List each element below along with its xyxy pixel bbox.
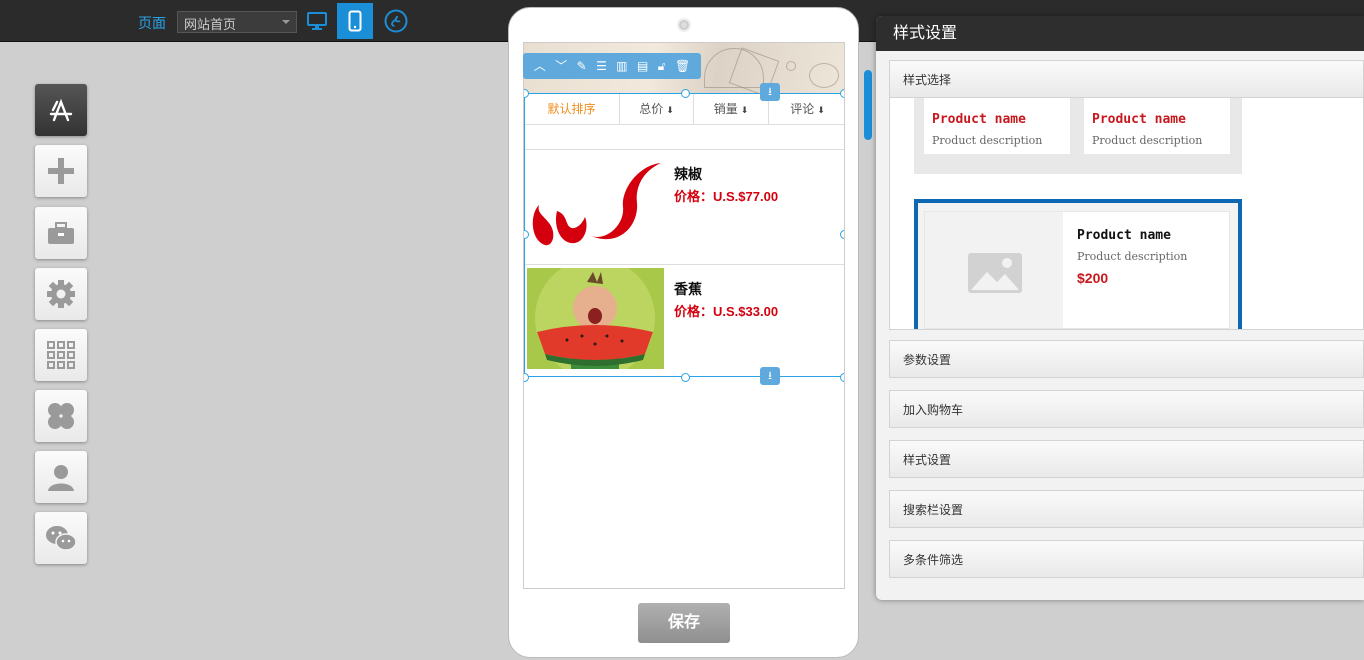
phone-camera bbox=[677, 18, 691, 32]
desktop-view-button[interactable] bbox=[299, 3, 335, 39]
page-select-value: 网站首页 bbox=[184, 17, 237, 32]
unlock-icon[interactable]: 🔓︎ bbox=[658, 53, 666, 79]
product-name: 辣椒 bbox=[674, 166, 702, 182]
arrow-down-icon: ⬇ bbox=[666, 105, 674, 115]
page-select[interactable]: 网站首页 bbox=[177, 11, 297, 33]
add-button[interactable] bbox=[35, 145, 87, 197]
sort-total-price[interactable]: 总价 ⬇ bbox=[620, 93, 694, 125]
accordion-style-select-label: 样式选择 bbox=[903, 73, 952, 87]
clover-icon bbox=[48, 403, 74, 429]
accordion-search-bar[interactable]: 搜索栏设置 bbox=[889, 490, 1364, 528]
miniprogram-view-button[interactable] bbox=[378, 3, 414, 39]
wechat-button[interactable] bbox=[35, 512, 87, 564]
list-icon[interactable]: ☰ bbox=[596, 53, 607, 79]
image-placeholder-icon bbox=[968, 253, 1022, 293]
toolbox-icon bbox=[48, 222, 74, 244]
accordion-style-select[interactable]: 样式选择 bbox=[889, 60, 1364, 98]
card-product-name: Product name bbox=[932, 112, 1026, 127]
modules-button[interactable] bbox=[35, 390, 87, 442]
accordion-add-to-cart[interactable]: 加入购物车 bbox=[889, 390, 1364, 428]
member-button[interactable] bbox=[35, 451, 87, 503]
app-store-icon bbox=[49, 98, 73, 122]
accordion-params-label: 参数设置 bbox=[903, 353, 952, 367]
download-icon[interactable]: ⭳ bbox=[760, 367, 780, 385]
scrollbar-thumb[interactable] bbox=[864, 70, 872, 140]
toolbox-button[interactable] bbox=[35, 207, 87, 259]
card-product-name: Product name bbox=[1092, 112, 1186, 127]
desktop-icon bbox=[307, 12, 327, 30]
card-product-desc: Product description bbox=[1077, 250, 1188, 263]
sort-sales[interactable]: 销量 ⬇ bbox=[694, 93, 769, 125]
card-product-price: $200 bbox=[1077, 270, 1109, 286]
card-product-desc: Product description bbox=[932, 134, 1043, 147]
style-option-list[interactable]: Product name Product description $200 bbox=[914, 199, 1242, 329]
product-name: 香蕉 bbox=[674, 281, 702, 297]
product-image-watermelon-boy bbox=[527, 268, 664, 369]
page-label: 页面 bbox=[138, 15, 166, 31]
style-settings-panel: 样式设置 样式选择 Product name Product descripti… bbox=[876, 16, 1364, 600]
download-icon[interactable]: ⭳ bbox=[760, 83, 780, 101]
wechat-icon bbox=[46, 526, 77, 551]
move-up-icon[interactable]: ︿ bbox=[534, 53, 546, 79]
sort-comments[interactable]: 评论 ⬇ bbox=[769, 93, 844, 125]
edit-icon[interactable]: ✎ bbox=[577, 53, 587, 79]
mobile-icon bbox=[348, 10, 362, 32]
columns-icon[interactable]: ▥ bbox=[616, 53, 627, 79]
resize-handle[interactable] bbox=[681, 373, 690, 382]
sort-comments-label: 评论 bbox=[790, 102, 815, 116]
arrow-down-icon: ⬇ bbox=[740, 105, 749, 115]
product-item[interactable]: 辣椒 价格：U.S.$77.00 bbox=[524, 149, 844, 257]
product-price: 价格：U.S.$33.00 bbox=[674, 304, 779, 319]
move-down-icon[interactable]: ﹀ bbox=[555, 53, 567, 79]
product-image-logo bbox=[527, 153, 664, 254]
sort-sales-label: 销量 bbox=[713, 102, 738, 116]
phone-screen: 默认排序 总价 ⬇ 销量 ⬇ 评论 ⬇ 辣椒 价格：U.S.$77.00 香蕉 … bbox=[523, 42, 845, 589]
resize-handle[interactable] bbox=[840, 373, 844, 382]
resize-handle[interactable] bbox=[840, 89, 844, 98]
resize-handle[interactable] bbox=[681, 89, 690, 98]
user-icon bbox=[48, 465, 74, 491]
sort-total-price-label: 总价 bbox=[639, 102, 664, 116]
resize-handle[interactable] bbox=[840, 230, 844, 239]
trash-icon[interactable]: 🗑︎ bbox=[675, 53, 690, 79]
gear-icon bbox=[47, 280, 75, 308]
accordion-multi-filter-label: 多条件筛选 bbox=[903, 553, 964, 567]
card-product-name: Product name bbox=[1077, 228, 1171, 243]
chevron-down-icon bbox=[282, 20, 290, 24]
settings-button[interactable] bbox=[35, 268, 87, 320]
product-price: 价格：U.S.$77.00 bbox=[674, 189, 779, 204]
product-card: Product name Product description bbox=[924, 98, 1070, 154]
card-product-desc: Product description bbox=[1092, 134, 1203, 147]
product-card: Product name Product description $200 bbox=[924, 211, 1230, 329]
style-options-list: Product name Product description Product… bbox=[889, 98, 1364, 330]
resize-handle[interactable] bbox=[524, 373, 529, 382]
module-edit-toolbar: ︿ ﹀ ✎ ☰ ▥ ▤ 🔓︎ 🗑︎ bbox=[523, 53, 701, 79]
chart-icon[interactable]: ▤ bbox=[637, 53, 648, 79]
style-option-grid[interactable]: Product name Product description Product… bbox=[914, 98, 1242, 174]
product-item[interactable]: 香蕉 价格：U.S.$33.00 bbox=[524, 264, 844, 372]
plus-icon bbox=[48, 158, 74, 184]
accordion-multi-filter[interactable]: 多条件筛选 bbox=[889, 540, 1364, 578]
miniprogram-icon bbox=[384, 9, 408, 33]
image-placeholder bbox=[925, 212, 1063, 328]
app-store-button[interactable] bbox=[35, 84, 87, 136]
sort-default-label: 默认排序 bbox=[547, 102, 596, 116]
accordion-style-settings-label: 样式设置 bbox=[903, 453, 952, 467]
grid-button[interactable] bbox=[35, 329, 87, 381]
product-card: Product name Product description bbox=[1084, 98, 1230, 154]
save-button[interactable]: 保存 bbox=[638, 603, 730, 643]
arrow-down-icon: ⬇ bbox=[817, 105, 825, 115]
sort-default[interactable]: 默认排序 bbox=[524, 93, 620, 125]
accordion-style-settings[interactable]: 样式设置 bbox=[889, 440, 1364, 478]
panel-title: 样式设置 bbox=[876, 16, 1364, 51]
mobile-view-button[interactable] bbox=[337, 3, 373, 39]
accordion-add-to-cart-label: 加入购物车 bbox=[903, 403, 964, 417]
accordion-search-bar-label: 搜索栏设置 bbox=[903, 503, 964, 517]
accordion-params[interactable]: 参数设置 bbox=[889, 340, 1364, 378]
grid-icon bbox=[47, 341, 75, 369]
phone-preview: 默认排序 总价 ⬇ 销量 ⬇ 评论 ⬇ 辣椒 价格：U.S.$77.00 香蕉 … bbox=[508, 7, 859, 658]
